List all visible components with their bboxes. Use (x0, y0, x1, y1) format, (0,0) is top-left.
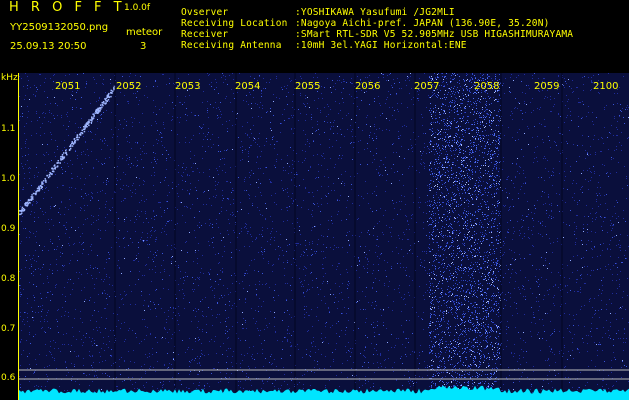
meteor-label: meteor (126, 27, 163, 38)
y-tick-0.7: 0.7 (1, 324, 16, 334)
x-tick-2100: 2100 (593, 81, 619, 92)
noise-texture (19, 73, 629, 400)
y-axis-unit: kHz (1, 73, 18, 83)
y-tick-0.8: 0.8 (1, 274, 16, 284)
noise-floor-trace (19, 385, 629, 400)
filename-label: YY2509132050.png (10, 22, 109, 33)
x-tick-2051: 2051 (55, 81, 81, 92)
info-value-receiver: :SMart RTL-SDR V5 52.905MHz USB HIGASHIM… (295, 29, 574, 40)
info-value-observer: :YOSHIKAWA Yasufumi /JG2MLI (295, 7, 455, 18)
version-label: 1.0.0f (124, 3, 151, 13)
info-label-receiver: Receiver (181, 29, 229, 40)
datetime-label: 25.09.13 20:50 (10, 41, 87, 52)
x-tick-2055: 2055 (295, 81, 321, 92)
x-tick-2053: 2053 (175, 81, 201, 92)
y-tick-0.9: 0.9 (1, 224, 16, 234)
spectrogram-plot (18, 73, 629, 400)
app-title: H R O F F T (9, 0, 126, 15)
info-label-location: Receiving Location (181, 18, 288, 29)
info-value-location: :Nagoya Aichi-pref. JAPAN (136.90E, 35.2… (295, 18, 550, 29)
x-tick-2052: 2052 (116, 81, 142, 92)
spectrogram-svg (19, 73, 629, 400)
y-tick-1.0: 1.0 (1, 174, 16, 184)
info-label-observer: Ovserver (181, 7, 229, 18)
x-tick-2058: 2058 (474, 81, 500, 92)
x-tick-2057: 2057 (414, 81, 440, 92)
info-label-antenna: Receiving Antenna (181, 40, 282, 51)
info-value-antenna: :10mH 3el.YAGI Horizontal:ENE (295, 40, 467, 51)
x-tick-2059: 2059 (534, 81, 560, 92)
x-tick-2054: 2054 (235, 81, 261, 92)
y-tick-0.6: 0.6 (1, 373, 16, 383)
y-tick-1.1: 1.1 (1, 124, 16, 134)
x-tick-2056: 2056 (355, 81, 381, 92)
meteor-count: 3 (140, 41, 147, 52)
